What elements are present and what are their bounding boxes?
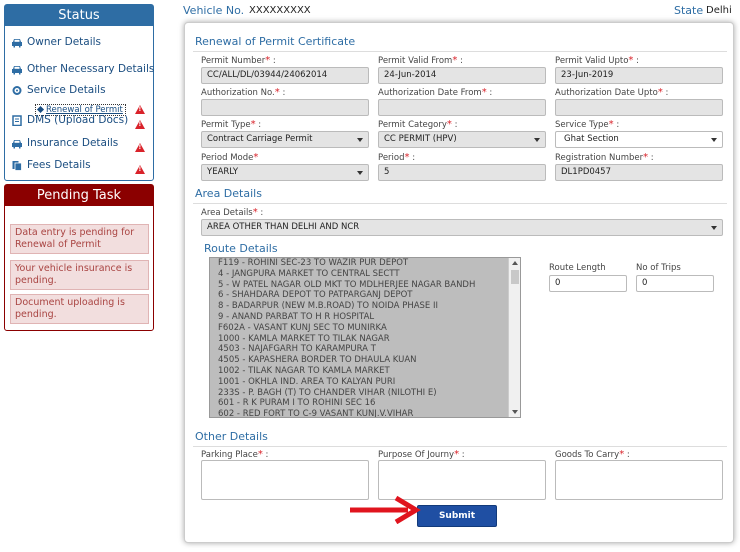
route-option[interactable]: 1000 - KAMLA MARKET TO TILAK NAGAR — [218, 334, 520, 345]
renewal-form: Renewal of Permit Certificate Permit Num… — [184, 22, 734, 543]
pending-item: Document uploading is pending. — [10, 294, 149, 324]
scroll-down-icon[interactable] — [512, 410, 518, 414]
gear-icon — [12, 85, 22, 95]
authorization-date-from-field[interactable] — [378, 99, 546, 116]
car-icon — [12, 38, 22, 47]
route-list[interactable]: F119 - ROHINI SEC-23 TO WAZIR PUR DEPOT … — [209, 257, 521, 418]
document-icon — [12, 160, 22, 171]
route-option[interactable]: 9 - ANAND PARBAT TO H R HOSPITAL — [218, 312, 520, 323]
state-label: State — [674, 4, 704, 17]
authorization-date-upto-field[interactable] — [555, 99, 723, 116]
route-option[interactable]: 4505 - KAPASHERA BORDER TO DHAULA KUAN — [218, 355, 520, 366]
warning-icon — [135, 165, 145, 174]
route-option[interactable]: 602 - RED FORT TO C-9 VASANT KUNJ.V.VIHA… — [218, 409, 520, 417]
route-option[interactable]: 6 - SHAHDARA DEPOT TO PATPARGANJ DEPOT — [218, 290, 520, 301]
no-of-trips-field[interactable]: 0 — [636, 275, 714, 292]
status-item-label: Owner Details — [27, 36, 102, 48]
section-title-area: Area Details — [195, 187, 262, 200]
red-arrow-icon — [350, 495, 421, 524]
route-option[interactable]: 233S - P. BAGH (T) TO CHANDER VIHAR (NIL… — [218, 388, 520, 399]
scroll-up-icon[interactable] — [512, 261, 518, 265]
status-item-label: Service Details — [27, 84, 106, 96]
route-option[interactable]: F602A - VASANT KUNJ SEC TO MUNIRKA — [218, 323, 520, 334]
status-item-insurance-details[interactable]: Insurance Details — [11, 137, 118, 149]
parking-place-textarea[interactable] — [201, 460, 369, 500]
scroll-thumb[interactable] — [511, 270, 519, 284]
route-option[interactable]: 1001 - OKHLA IND. AREA TO KALYAN PURI — [218, 377, 520, 388]
goods-to-carry-label: Goods To Carry* : — [555, 449, 630, 460]
status-item-label: Fees Details — [27, 159, 91, 171]
vehicle-no-value: XXXXXXXXX — [249, 5, 311, 16]
status-item-other-necessary-details[interactable]: Other Necessary Details — [11, 63, 154, 75]
permit-number-field[interactable]: CC/ALL/DL/03944/24062014 — [201, 67, 369, 84]
status-item-label: DMS (Upload Docs) — [27, 114, 129, 126]
route-option[interactable]: 601 - R K PURAM I TO ROHINI SEC 16 — [218, 398, 520, 409]
route-option[interactable]: 4 - JANGPURA MARKET TO CENTRAL SECTT — [218, 269, 520, 280]
status-title: Status — [5, 5, 153, 26]
divider — [193, 446, 727, 447]
period-label: Period* : — [378, 152, 416, 163]
authorization-date-from-label: Authorization Date From* : — [378, 87, 493, 98]
divider — [193, 51, 727, 52]
status-item-dms-upload-docs[interactable]: DMS (Upload Docs) — [11, 114, 128, 126]
pending-task-panel: Pending Task Data entry is pending for R… — [4, 184, 154, 331]
section-title-other: Other Details — [195, 430, 268, 443]
warning-icon — [135, 105, 145, 114]
section-title-renewal: Renewal of Permit Certificate — [195, 35, 356, 48]
pending-item: Your vehicle insurance is pending. — [10, 260, 149, 290]
route-length-field[interactable]: 0 — [549, 275, 627, 292]
permit-category-label: Permit Category* : — [378, 119, 458, 130]
state-value: Delhi — [706, 5, 732, 16]
permit-valid-upto-field[interactable]: 23-Jun-2019 — [555, 67, 723, 84]
area-details-label: Area Details* : — [201, 207, 264, 218]
route-option[interactable]: 5 - W PATEL NAGAR OLD MKT TO MDLHERJEE N… — [218, 280, 520, 291]
pending-task-title: Pending Task — [5, 185, 153, 206]
pending-item: Data entry is pending for Renewal of Per… — [10, 224, 149, 254]
car-icon — [12, 139, 22, 148]
registration-number-label: Registration Number* : — [555, 152, 654, 163]
area-details-select[interactable]: AREA OTHER THAN DELHI AND NCR — [201, 219, 723, 236]
parking-place-label: Parking Place* : — [201, 449, 269, 460]
vehicle-no-label: Vehicle No. — [183, 4, 245, 17]
service-type-select[interactable]: Ghat Section — [555, 131, 723, 148]
authorization-no-label: Authorization No.* : — [201, 87, 286, 98]
route-option[interactable]: F119 - ROHINI SEC-23 TO WAZIR PUR DEPOT — [218, 258, 520, 269]
period-mode-select[interactable]: YEARLY — [201, 164, 369, 181]
section-title-route: Route Details — [204, 242, 278, 255]
route-option[interactable]: 8 - BADARPUR (NEW M.B.ROAD) TO NOIDA PHA… — [218, 301, 520, 312]
divider — [193, 203, 727, 204]
period-mode-label: Period Mode* — [201, 152, 259, 163]
permit-category-select[interactable]: CC PERMIT (HPV) — [378, 131, 546, 148]
service-type-label: Service Type* : — [555, 119, 620, 130]
goods-to-carry-textarea[interactable] — [555, 460, 723, 500]
status-item-label: Insurance Details — [27, 137, 119, 149]
purpose-of-journey-label: Purpose Of Journy* : — [378, 449, 465, 460]
warning-icon — [135, 143, 145, 152]
authorization-date-upto-label: Authorization Date Upto* : — [555, 87, 669, 98]
permit-type-select[interactable]: Contract Carriage Permit — [201, 131, 369, 148]
warning-icon — [135, 120, 145, 129]
permit-number-label: Permit Number* : — [201, 55, 276, 66]
status-item-owner-details[interactable]: Owner Details — [11, 36, 101, 48]
route-option[interactable]: 1002 - TILAK NAGAR TO KAMLA MARKET — [218, 366, 520, 377]
permit-type-label: Permit Type* : — [201, 119, 262, 130]
status-item-service-details[interactable]: Service Details — [11, 84, 106, 96]
route-list-scrollbar[interactable] — [508, 258, 520, 417]
route-option[interactable]: 4503 - NAJAFGARH TO KARAMPURA T — [218, 344, 520, 355]
status-panel: Status Owner Details Other Necessary Det… — [4, 4, 154, 181]
permit-valid-from-field[interactable]: 24-Jun-2014 — [378, 67, 546, 84]
route-length-label: Route Length — [549, 263, 606, 273]
permit-valid-upto-label: Permit Valid Upto* : — [555, 55, 639, 66]
authorization-no-field[interactable] — [201, 99, 369, 116]
no-of-trips-label: No of Trips — [636, 263, 681, 273]
period-field[interactable]: 5 — [378, 164, 546, 181]
file-icon — [12, 114, 22, 126]
status-item-label: Other Necessary Details — [27, 63, 155, 75]
registration-number-field[interactable]: DL1PD0457 — [555, 164, 723, 181]
car-icon — [12, 65, 22, 74]
status-item-fees-details[interactable]: Fees Details — [11, 159, 91, 171]
permit-valid-from-label: Permit Valid From* : — [378, 55, 463, 66]
